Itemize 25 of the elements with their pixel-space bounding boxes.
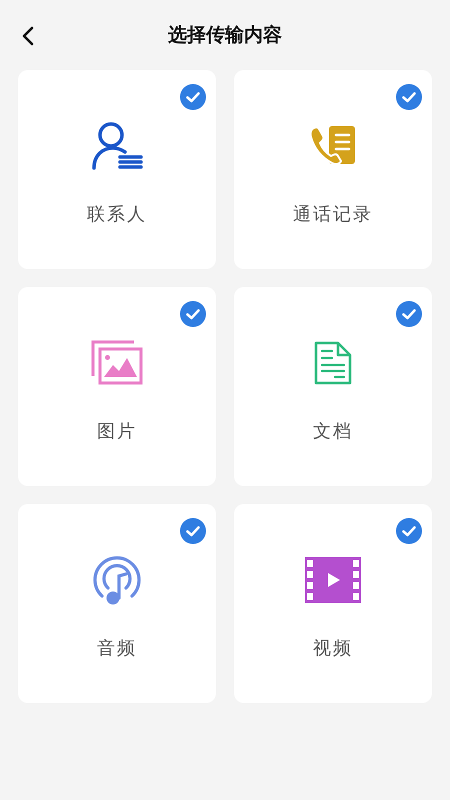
category-label: 音频 (97, 637, 137, 660)
category-card[interactable]: 图片 (18, 287, 216, 486)
checkmark-icon[interactable] (180, 301, 206, 327)
back-icon[interactable] (22, 26, 34, 46)
category-card[interactable]: 联系人 (18, 70, 216, 269)
person-list-icon (91, 121, 143, 171)
category-card[interactable]: 文档 (234, 287, 432, 486)
film-icon (305, 557, 361, 603)
checkmark-icon[interactable] (180, 518, 206, 544)
picture-icon (91, 340, 143, 386)
music-note-icon (91, 554, 143, 606)
category-label: 通话记录 (293, 203, 373, 226)
checkmark-icon[interactable] (396, 84, 422, 110)
category-card[interactable]: 通话记录 (234, 70, 432, 269)
checkmark-icon[interactable] (396, 518, 422, 544)
category-label: 联系人 (87, 203, 147, 226)
category-card[interactable]: 音频 (18, 504, 216, 703)
category-label: 图片 (97, 420, 137, 443)
category-label: 文档 (313, 420, 353, 443)
checkmark-icon[interactable] (180, 84, 206, 110)
checkmark-icon[interactable] (396, 301, 422, 327)
category-card[interactable]: 视频 (234, 504, 432, 703)
document-icon (313, 340, 353, 386)
category-label: 视频 (313, 637, 353, 660)
page-title: 选择传输内容 (168, 23, 282, 48)
